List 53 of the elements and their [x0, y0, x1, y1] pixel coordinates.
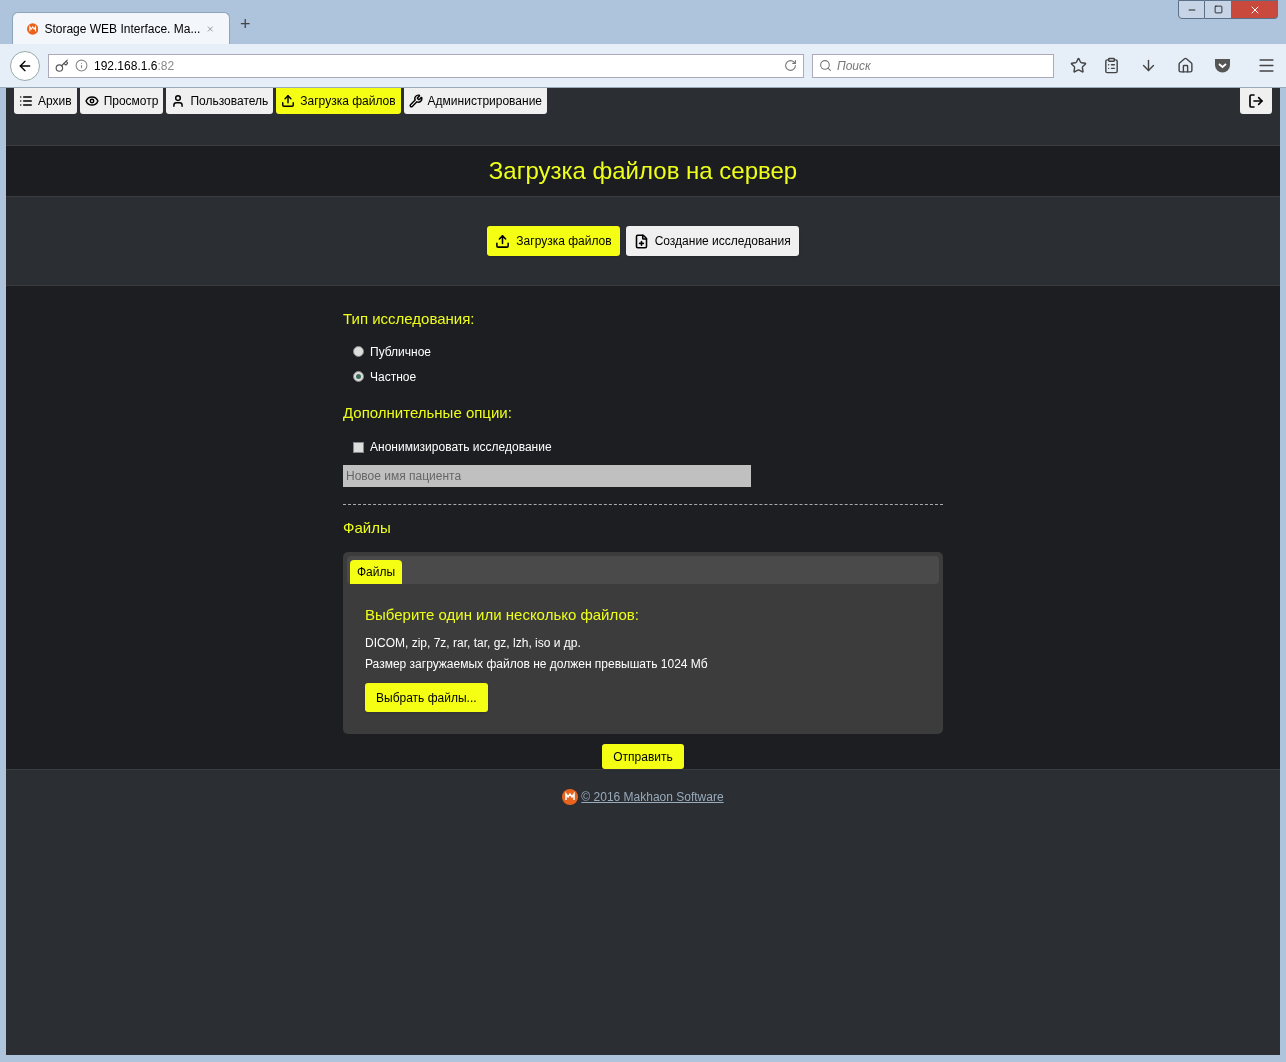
- logout-button[interactable]: [1240, 88, 1272, 114]
- user-icon: [171, 94, 186, 108]
- mode-button[interactable]: Создание исследования: [625, 226, 799, 256]
- radio-label: Публичное: [370, 343, 432, 361]
- choose-files-button[interactable]: Выбрать файлы...: [365, 683, 488, 713]
- home-icon[interactable]: [1177, 57, 1194, 74]
- nav-tab[interactable]: Пользователь: [166, 88, 274, 114]
- section-heading: Тип исследования:: [343, 309, 476, 329]
- search-field[interactable]: Поиск: [812, 53, 1054, 78]
- checkbox[interactable]: [353, 441, 364, 453]
- bookmark-star-icon[interactable]: [1070, 57, 1087, 74]
- browser-tab[interactable]: Storage WEB Interface. Ma...: [12, 12, 230, 44]
- key-icon: [55, 58, 69, 73]
- maximize-icon: [1213, 5, 1223, 14]
- menu-icon[interactable]: [1257, 56, 1276, 75]
- pocket-icon[interactable]: [1214, 58, 1231, 73]
- size-note: Размер загружаемых файлов не должен превышать 1024 Мб: [365, 656, 709, 674]
- files-tab[interactable]: Файлы: [350, 559, 403, 584]
- nav-tab[interactable]: Администрирование: [403, 88, 548, 114]
- mode-button[interactable]: Загрузка файлов: [487, 226, 620, 256]
- favicon-icon: [27, 20, 39, 37]
- maximize-button[interactable]: [1205, 0, 1232, 19]
- nav-tab[interactable]: Просмотр: [79, 88, 164, 114]
- new-tab-button[interactable]: +: [240, 11, 251, 38]
- patient-name-field[interactable]: Новое имя пациента: [343, 465, 751, 488]
- radio-button[interactable]: [353, 346, 364, 357]
- eye-icon: [84, 94, 99, 108]
- radio-label: Частное: [370, 368, 417, 386]
- file-plus-icon: [633, 233, 649, 249]
- section-heading: Файлы: [343, 518, 392, 539]
- radio-button[interactable]: [353, 371, 364, 382]
- search-icon: [819, 59, 832, 72]
- back-button[interactable]: [10, 50, 40, 81]
- download-icon[interactable]: [1140, 57, 1157, 74]
- minimize-button[interactable]: [1178, 0, 1205, 19]
- logout-icon: [1248, 93, 1264, 109]
- section-heading: Дополнительные опции:: [343, 402, 513, 423]
- copyright-link[interactable]: © 2016 Makhaon Software: [562, 788, 724, 806]
- nav-tab[interactable]: Загрузка файлов: [276, 88, 401, 114]
- company-logo-icon: [562, 789, 579, 805]
- info-icon: [75, 59, 88, 72]
- upload-icon: [281, 94, 296, 108]
- checkbox-label: Анонимизировать исследование: [370, 439, 552, 456]
- title-bar: Загрузка файлов на сервер: [6, 145, 1280, 197]
- reading-list-icon[interactable]: [1103, 57, 1120, 74]
- format-note: DICOM, zip, 7z, rar, tar, gz, lzh, iso и др.: [365, 635, 582, 653]
- list-icon: [19, 94, 33, 108]
- upload-prompt: Выберите один или несколько файлов:: [365, 604, 640, 625]
- nav-tab[interactable]: Архив: [14, 88, 77, 114]
- wrench-icon: [408, 94, 423, 108]
- reload-icon[interactable]: [784, 59, 797, 72]
- submit-button[interactable]: Отправить: [602, 744, 684, 769]
- upload-icon: [495, 233, 511, 249]
